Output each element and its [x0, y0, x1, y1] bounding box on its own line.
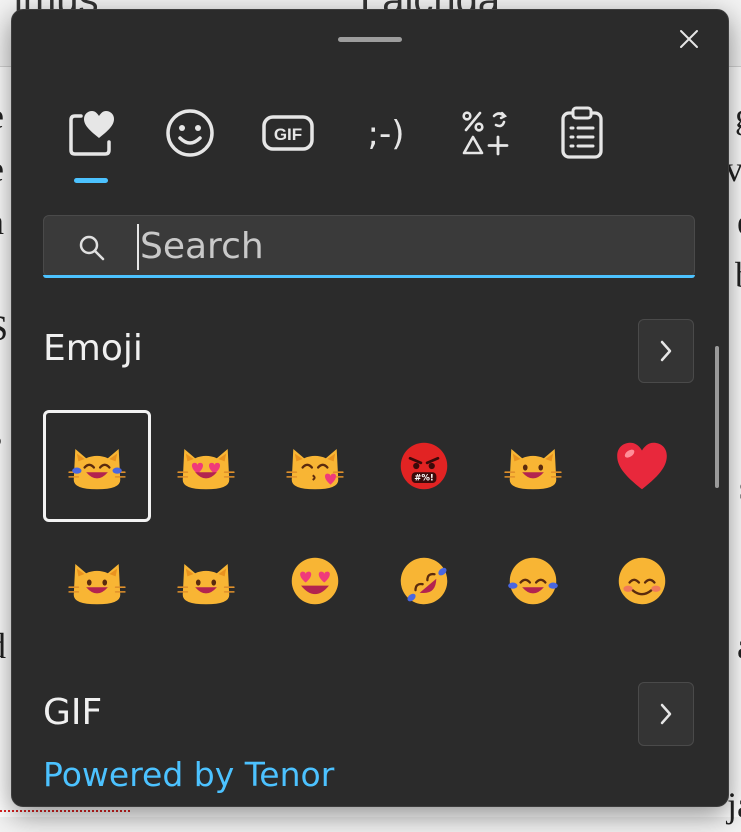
powered-by-tenor-link[interactable]: Powered by Tenor	[43, 755, 334, 794]
emoji-section-title: Emoji	[43, 328, 143, 369]
cat-with-tears-of-joy-icon	[68, 448, 126, 490]
tab-kaomoji[interactable]: ;-)	[358, 105, 414, 161]
emoji-rolling-on-the-floor-laughing[interactable]	[370, 525, 478, 637]
close-icon	[680, 30, 698, 48]
chevron-right-icon	[660, 340, 672, 362]
search-focus-underline	[43, 275, 695, 278]
tab-emoji[interactable]	[162, 105, 218, 161]
heart-in-box-icon	[69, 111, 114, 156]
svg-text:;-): ;-)	[368, 114, 405, 154]
emoji-smiling-face-with-smiling-eyes[interactable]	[588, 525, 696, 637]
text-caret	[137, 224, 139, 270]
emoji-grid: #%!	[43, 410, 703, 640]
tab-clipboard[interactable]	[554, 105, 610, 161]
emoji-grinning-cat-alt[interactable]	[152, 525, 260, 637]
search-icon	[79, 235, 105, 261]
grinning-cat-icon	[504, 448, 562, 490]
grinning-cat-alt-icon	[177, 563, 235, 605]
emoji-red-heart[interactable]	[588, 410, 696, 522]
gif-icon: GIF	[262, 115, 314, 151]
emoji-smiling-cat-with-heart-eyes[interactable]	[152, 410, 260, 522]
tab-symbols[interactable]	[456, 105, 512, 161]
kaomoji-icon: ;-)	[368, 114, 405, 154]
symbols-icon	[462, 111, 509, 156]
background-text-left: e e a t S s , d j	[0, 90, 8, 832]
smiling-face-with-smiling-eyes-icon	[618, 557, 666, 605]
chevron-right-icon	[660, 703, 672, 725]
active-tab-indicator	[74, 178, 108, 183]
svg-text:#%!: #%!	[414, 474, 434, 484]
emoji-grinning-cat-with-smiling-eyes[interactable]	[43, 525, 151, 637]
emoji-cat-with-tears-of-joy[interactable]	[43, 410, 151, 522]
close-button[interactable]	[674, 24, 704, 54]
face-with-symbols-on-mouth-icon: #%!	[400, 442, 448, 490]
smiling-cat-with-heart-eyes-icon	[177, 448, 235, 490]
emoji-grinning-cat[interactable]	[479, 410, 587, 522]
emoji-kissing-cat[interactable]	[261, 410, 369, 522]
emoji-section-more-button[interactable]	[638, 319, 694, 383]
rolling-on-the-floor-laughing-icon	[400, 557, 448, 605]
smiling-face-with-heart-eyes-icon	[291, 557, 339, 605]
clipboard-icon	[561, 106, 603, 159]
svg-text:GIF: GIF	[274, 125, 302, 144]
grinning-cat-with-smiling-eyes-icon	[68, 563, 126, 605]
tab-gif[interactable]: GIF	[260, 105, 316, 161]
emoji-face-with-symbols-on-mouth[interactable]: #%!	[370, 410, 478, 522]
gif-section-more-button[interactable]	[638, 682, 694, 746]
smiley-face-icon	[166, 109, 214, 157]
tab-favorites[interactable]	[64, 105, 120, 161]
search-input[interactable]	[136, 222, 680, 270]
kissing-cat-icon	[286, 448, 344, 490]
red-heart-icon	[617, 442, 667, 490]
face-with-tears-of-joy-icon	[508, 557, 558, 605]
gif-section-title: GIF	[43, 692, 103, 733]
emoji-panel: GIF ;-) Search Emoji #%! GIF Powered by …	[11, 9, 729, 807]
emoji-face-with-tears-of-joy[interactable]	[479, 525, 587, 637]
emoji-smiling-face-with-heart-eyes[interactable]	[261, 525, 369, 637]
category-tabs: GIF ;-)	[12, 105, 728, 185]
drag-handle[interactable]	[338, 37, 402, 42]
search-box[interactable]	[43, 215, 695, 277]
scrollbar-thumb[interactable]	[715, 346, 719, 488]
